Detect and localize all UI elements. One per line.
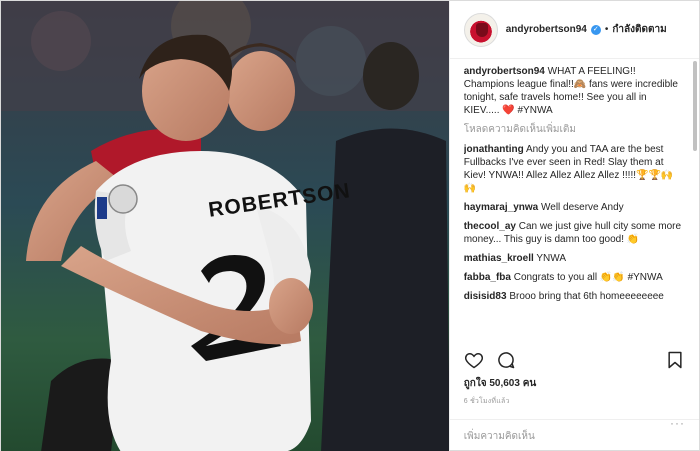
post-side-panel: andyrobertson94 ✓ • กำลังติดตาม andyrobe…	[448, 1, 699, 451]
list-item: haymaraj_ynwa Well deserve Andy	[464, 201, 685, 214]
post-header: andyrobertson94 ✓ • กำลังติดตาม	[449, 1, 699, 59]
comments-scrollbar[interactable]	[693, 61, 697, 151]
caption-username[interactable]: andyrobertson94	[464, 66, 545, 77]
comment-text: YNWA	[536, 253, 567, 264]
comment-username[interactable]: thecool_ay	[464, 221, 516, 232]
comment-username[interactable]: fabba_fba	[464, 272, 511, 283]
heart-icon[interactable]	[464, 350, 484, 370]
list-item: fabba_fba Congrats to you all 👏👏 #YNWA	[464, 271, 685, 284]
post-modal: ROBERTSON andyrobertson94 ✓ • กำลังติดตา…	[0, 0, 700, 451]
list-item: jonathanting Andy you and TAA are the be…	[464, 143, 685, 195]
load-more-comments-link[interactable]: โหลดความคิดเห็นเพิ่มเติม	[464, 123, 685, 136]
comment-icon[interactable]	[496, 350, 516, 370]
more-dots-icon[interactable]: ···	[670, 416, 685, 430]
list-item: thecool_ay Can we just give hull city so…	[464, 220, 685, 246]
caption: andyrobertson94 WHAT A FEELING!! Champio…	[464, 65, 685, 117]
timestamp: 6 ชั่วโมงที่แล้ว	[463, 398, 510, 405]
post-photo[interactable]: ROBERTSON	[1, 1, 449, 451]
list-item: disisid83 Brooo bring that 6th homeeeeee…	[464, 290, 685, 303]
action-bar	[464, 349, 685, 371]
comment-text: Congrats to you all 👏👏 #YNWA	[513, 272, 663, 283]
comments-list: andyrobertson94 WHAT A FEELING!! Champio…	[464, 65, 685, 341]
add-comment-input[interactable]: เพิ่มความคิดเห็น	[449, 419, 699, 451]
following-button[interactable]: กำลังติดตาม	[612, 22, 666, 37]
comment-username[interactable]: haymaraj_ynwa	[464, 202, 539, 213]
separator-dot: •	[604, 24, 609, 35]
header-username[interactable]: andyrobertson94	[506, 24, 587, 35]
comment-username[interactable]: mathias_kroell	[464, 253, 534, 264]
comment-username[interactable]: disisid83	[464, 291, 507, 302]
bookmark-icon[interactable]	[665, 350, 685, 370]
likes-count[interactable]: ถูกใจ 50,603 คน	[464, 376, 537, 391]
avatar[interactable]	[463, 12, 498, 47]
comment-text: Brooo bring that 6th homeeeeeeee	[509, 291, 664, 302]
post-image	[1, 1, 449, 451]
verified-badge-icon: ✓	[590, 24, 601, 35]
list-item: mathias_kroell YNWA	[464, 252, 685, 265]
comment-username[interactable]: jonathanting	[464, 144, 524, 155]
comment-text: Well deserve Andy	[541, 202, 624, 213]
